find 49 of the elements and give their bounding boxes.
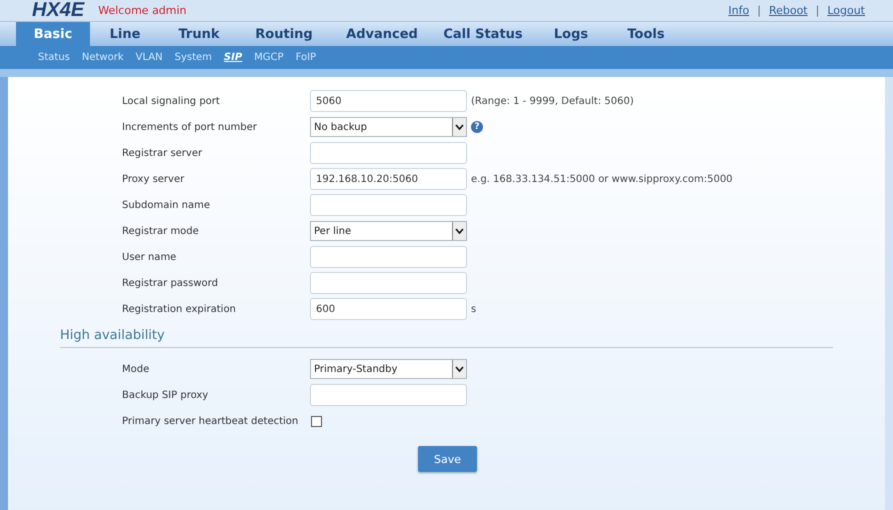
field-label: User name	[122, 252, 178, 262]
field-label: Primary server heartbeat detection	[122, 416, 300, 426]
separator: |	[816, 4, 820, 17]
dropdown[interactable]: Per line	[310, 221, 467, 241]
field-label: Local signaling port	[122, 96, 221, 106]
chevron-down-icon	[452, 118, 466, 136]
chevron-down-icon	[452, 360, 466, 378]
header-link[interactable]: Logout	[827, 4, 865, 17]
field-label: Proxy server	[122, 174, 186, 184]
nav-tab[interactable]: Tools	[610, 22, 682, 46]
field-hint: e.g. 168.33.134.51:5000 or www.sipproxy.com:5000	[471, 174, 733, 184]
section-title: High availability	[60, 328, 833, 348]
field-label: Registrar mode	[122, 226, 200, 236]
text-field[interactable]	[310, 194, 467, 216]
field-label: Backup SIP proxy	[122, 390, 210, 400]
nav-tab[interactable]: Routing	[238, 22, 330, 46]
text-field[interactable]	[310, 272, 467, 294]
separator: |	[757, 4, 761, 17]
nav-tab[interactable]: Line	[90, 22, 160, 46]
save-button[interactable]: Save	[418, 446, 477, 472]
field-label: Mode	[122, 364, 150, 374]
dropdown[interactable]: Primary-Standby	[310, 359, 467, 379]
nav-tab[interactable]: Advanced	[330, 22, 434, 46]
field-label: Registrar server	[122, 148, 204, 158]
text-field[interactable]	[310, 142, 467, 164]
help-icon[interactable]: ?	[471, 121, 483, 133]
dropdown[interactable]: No backup	[310, 117, 467, 137]
field-hint: s	[471, 304, 476, 314]
field-label: Registrar password	[122, 278, 219, 288]
text-field[interactable]	[310, 246, 467, 268]
subnav-tab[interactable]: SIP	[224, 52, 242, 63]
logo: HX4E	[32, 0, 84, 22]
nav-tab[interactable]: Logs	[532, 22, 610, 46]
field-label: Registration expiration	[122, 304, 237, 314]
chevron-down-icon	[452, 222, 466, 240]
field-label: Subdomain name	[122, 200, 212, 210]
field-hint: (Range: 1 - 9999, Default: 5060)	[471, 96, 634, 106]
header-link[interactable]: Reboot	[768, 4, 808, 17]
text-field[interactable]: 192.168.10.20:5060	[310, 168, 467, 190]
nav-tab[interactable]: Call Status	[434, 22, 532, 46]
nav-tab[interactable]: Trunk	[160, 22, 238, 46]
field-label: Increments of port number	[122, 122, 258, 132]
welcome-text: Welcome admin	[98, 4, 187, 17]
nav-tab[interactable]: Basic	[16, 22, 90, 46]
text-field[interactable]	[310, 384, 467, 406]
text-field[interactable]: 5060	[310, 90, 467, 112]
text-field[interactable]: 600	[310, 298, 467, 320]
checkbox[interactable]	[311, 416, 322, 426]
header-link[interactable]: Info	[728, 4, 750, 17]
